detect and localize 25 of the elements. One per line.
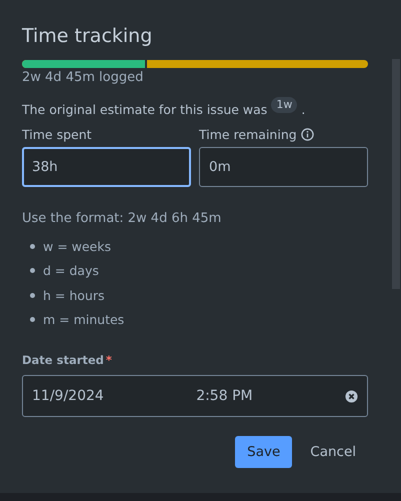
date-time-field[interactable]: 11/9/2024 2:58 PM <box>22 375 368 417</box>
time-input[interactable]: 0m <box>199 147 368 187</box>
unit-text: m = minutes <box>43 312 124 328</box>
format-hint: Use the format: 2w 4d 6h 45m <box>22 210 222 228</box>
time-input[interactable]: 38h <box>22 147 191 187</box>
bullet-icon <box>30 244 35 249</box>
clear-icon[interactable] <box>345 390 358 402</box>
estimate-text: The original estimate for this issue was <box>22 101 268 119</box>
field-label: Time remaining <box>199 126 297 143</box>
date-label: Date started <box>22 352 104 368</box>
unit-text: h = hours <box>43 288 104 303</box>
bullet-icon <box>30 292 35 298</box>
dialog-title: Time tracking <box>22 24 154 48</box>
estimate-badge: 1w <box>271 97 298 113</box>
required-mark: * <box>106 352 112 368</box>
field-label: Time spent <box>22 126 92 143</box>
bullet-icon <box>30 317 35 322</box>
unit-text: w = weeks <box>43 238 111 254</box>
info-icon[interactable] <box>300 128 314 141</box>
unit-text: d = days <box>43 263 99 278</box>
save-button[interactable]: Save <box>235 436 292 468</box>
bullet-icon <box>30 268 35 274</box>
logged-time: 2w 4d 45m logged <box>22 69 144 86</box>
cancel-button[interactable]: Cancel <box>298 436 368 468</box>
period-text: . <box>301 101 306 119</box>
